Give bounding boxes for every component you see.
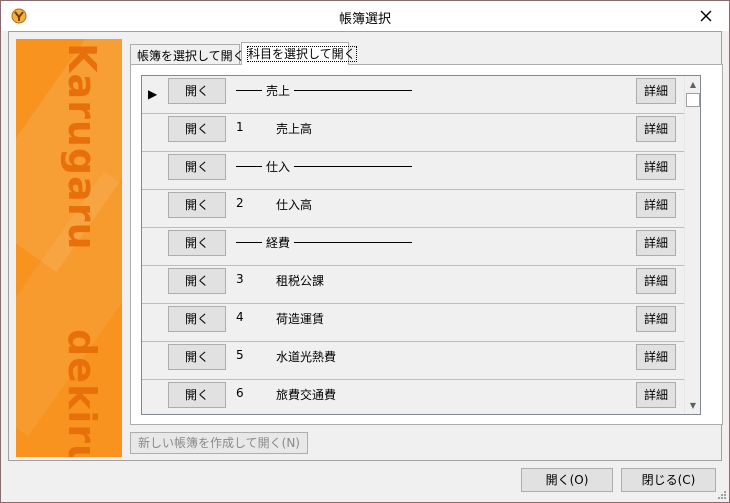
dialog-content: Karugaru dekiru 帳簿を選択して開く 科目を選択して開く 開く 6 旅… bbox=[8, 31, 723, 461]
account-row[interactable]: 開く 5 水道光熱費 詳細 bbox=[142, 342, 684, 380]
resize-grip-icon[interactable] bbox=[717, 490, 727, 500]
row-detail-button[interactable]: 詳細 bbox=[636, 192, 676, 218]
account-number: 4 bbox=[236, 310, 244, 324]
close-button[interactable]: 閉じる(C) bbox=[621, 468, 716, 492]
account-name: 水道光熱費 bbox=[276, 350, 337, 364]
row-open-button[interactable]: 開く bbox=[168, 382, 226, 408]
close-icon bbox=[700, 10, 712, 22]
row-detail-button[interactable]: 詳細 bbox=[636, 78, 676, 104]
header-rule bbox=[236, 90, 262, 91]
account-row[interactable]: 開く 4 荷造運賃 詳細 bbox=[142, 304, 684, 342]
account-row[interactable]: 開く 3 租税公課 詳細 bbox=[142, 266, 684, 304]
header-rule bbox=[236, 242, 262, 243]
account-row[interactable]: 開く 6 旅費交通費 詳細 bbox=[142, 380, 684, 414]
dialog-window: 帳簿選択 Karugaru dekiru 帳簿を選択して開く 科目を選択して開く… bbox=[0, 0, 730, 503]
account-name: 仕入高 bbox=[276, 198, 313, 212]
account-name: 売上高 bbox=[276, 122, 313, 136]
account-row[interactable]: 開く 1 売上高 詳細 bbox=[142, 114, 684, 152]
row-detail-button[interactable]: 詳細 bbox=[636, 154, 676, 180]
account-number: 1 bbox=[236, 120, 244, 134]
row-open-button[interactable]: 開く bbox=[168, 78, 226, 104]
account-name: 旅費交通費 bbox=[276, 388, 337, 402]
tab-panel: 開く 6 旅費交通費 詳細 開く 5 水道光熱費 詳細 開く 4 荷造運賃 詳細 開く 3 租税公課 詳細 開く… bbox=[130, 64, 723, 425]
account-name: 荷造運賃 bbox=[276, 312, 325, 326]
tab-select-account-label: 科目を選択して開く bbox=[247, 46, 357, 62]
close-window-button[interactable] bbox=[683, 1, 729, 31]
row-open-button[interactable]: 開く bbox=[168, 268, 226, 294]
brand-banner: Karugaru dekiru bbox=[16, 39, 122, 457]
row-detail-button[interactable]: 詳細 bbox=[636, 230, 676, 256]
account-row[interactable]: 開く 仕入 詳細 bbox=[142, 152, 684, 190]
header-rule bbox=[294, 90, 413, 91]
account-number: 3 bbox=[236, 272, 244, 286]
category-header-label: 売上 bbox=[266, 84, 291, 98]
category-header-label: 経費 bbox=[266, 236, 291, 250]
tab-select-book[interactable]: 帳簿を選択して開く bbox=[130, 44, 245, 64]
row-detail-button[interactable]: 詳細 bbox=[636, 116, 676, 142]
scroll-down-icon[interactable]: ▼ bbox=[685, 397, 700, 414]
category-header: 仕入 bbox=[236, 158, 413, 175]
vertical-scrollbar[interactable]: ▲ ▼ bbox=[684, 76, 700, 414]
row-open-button[interactable]: 開く bbox=[168, 344, 226, 370]
account-number: 2 bbox=[236, 196, 244, 210]
row-selector-icon: ▶ bbox=[148, 87, 158, 101]
banner-word-bottom: dekiru bbox=[60, 329, 104, 457]
account-row[interactable]: 開く 経費 詳細 bbox=[142, 228, 684, 266]
scroll-thumb[interactable] bbox=[686, 93, 700, 107]
header-rule bbox=[294, 242, 413, 243]
row-detail-button[interactable]: 詳細 bbox=[636, 306, 676, 332]
row-open-button[interactable]: 開く bbox=[168, 192, 226, 218]
banner-word-top: Karugaru bbox=[60, 43, 104, 251]
row-detail-button[interactable]: 詳細 bbox=[636, 268, 676, 294]
row-detail-button[interactable]: 詳細 bbox=[636, 344, 676, 370]
row-detail-button[interactable]: 詳細 bbox=[636, 382, 676, 408]
tab-select-account[interactable]: 科目を選択して開く bbox=[241, 42, 357, 65]
header-rule bbox=[294, 166, 413, 167]
header-rule bbox=[236, 166, 262, 167]
row-open-button[interactable]: 開く bbox=[168, 306, 226, 332]
row-open-button[interactable]: 開く bbox=[168, 230, 226, 256]
row-open-button[interactable]: 開く bbox=[168, 116, 226, 142]
row-open-button[interactable]: 開く bbox=[168, 154, 226, 180]
new-book-button[interactable]: 新しい帳簿を作成して開く(N) bbox=[130, 432, 308, 454]
scroll-up-icon[interactable]: ▲ bbox=[685, 76, 700, 93]
account-name: 租税公課 bbox=[276, 274, 325, 288]
account-number: 6 bbox=[236, 386, 244, 400]
category-header: 売上 bbox=[236, 82, 413, 99]
account-row[interactable]: 開く 2 仕入高 詳細 bbox=[142, 190, 684, 228]
title-bar[interactable]: 帳簿選択 bbox=[1, 1, 729, 31]
account-list[interactable]: 開く 6 旅費交通費 詳細 開く 5 水道光熱費 詳細 開く 4 荷造運賃 詳細 開く 3 租税公課 詳細 開く… bbox=[141, 75, 701, 415]
category-header-label: 仕入 bbox=[266, 160, 291, 174]
category-header: 経費 bbox=[236, 234, 413, 251]
account-row[interactable]: ▶ 開く 売上 詳細 bbox=[142, 76, 684, 114]
window-title: 帳簿選択 bbox=[338, 12, 391, 27]
open-button[interactable]: 開く(O) bbox=[521, 468, 613, 492]
account-number: 5 bbox=[236, 348, 244, 362]
